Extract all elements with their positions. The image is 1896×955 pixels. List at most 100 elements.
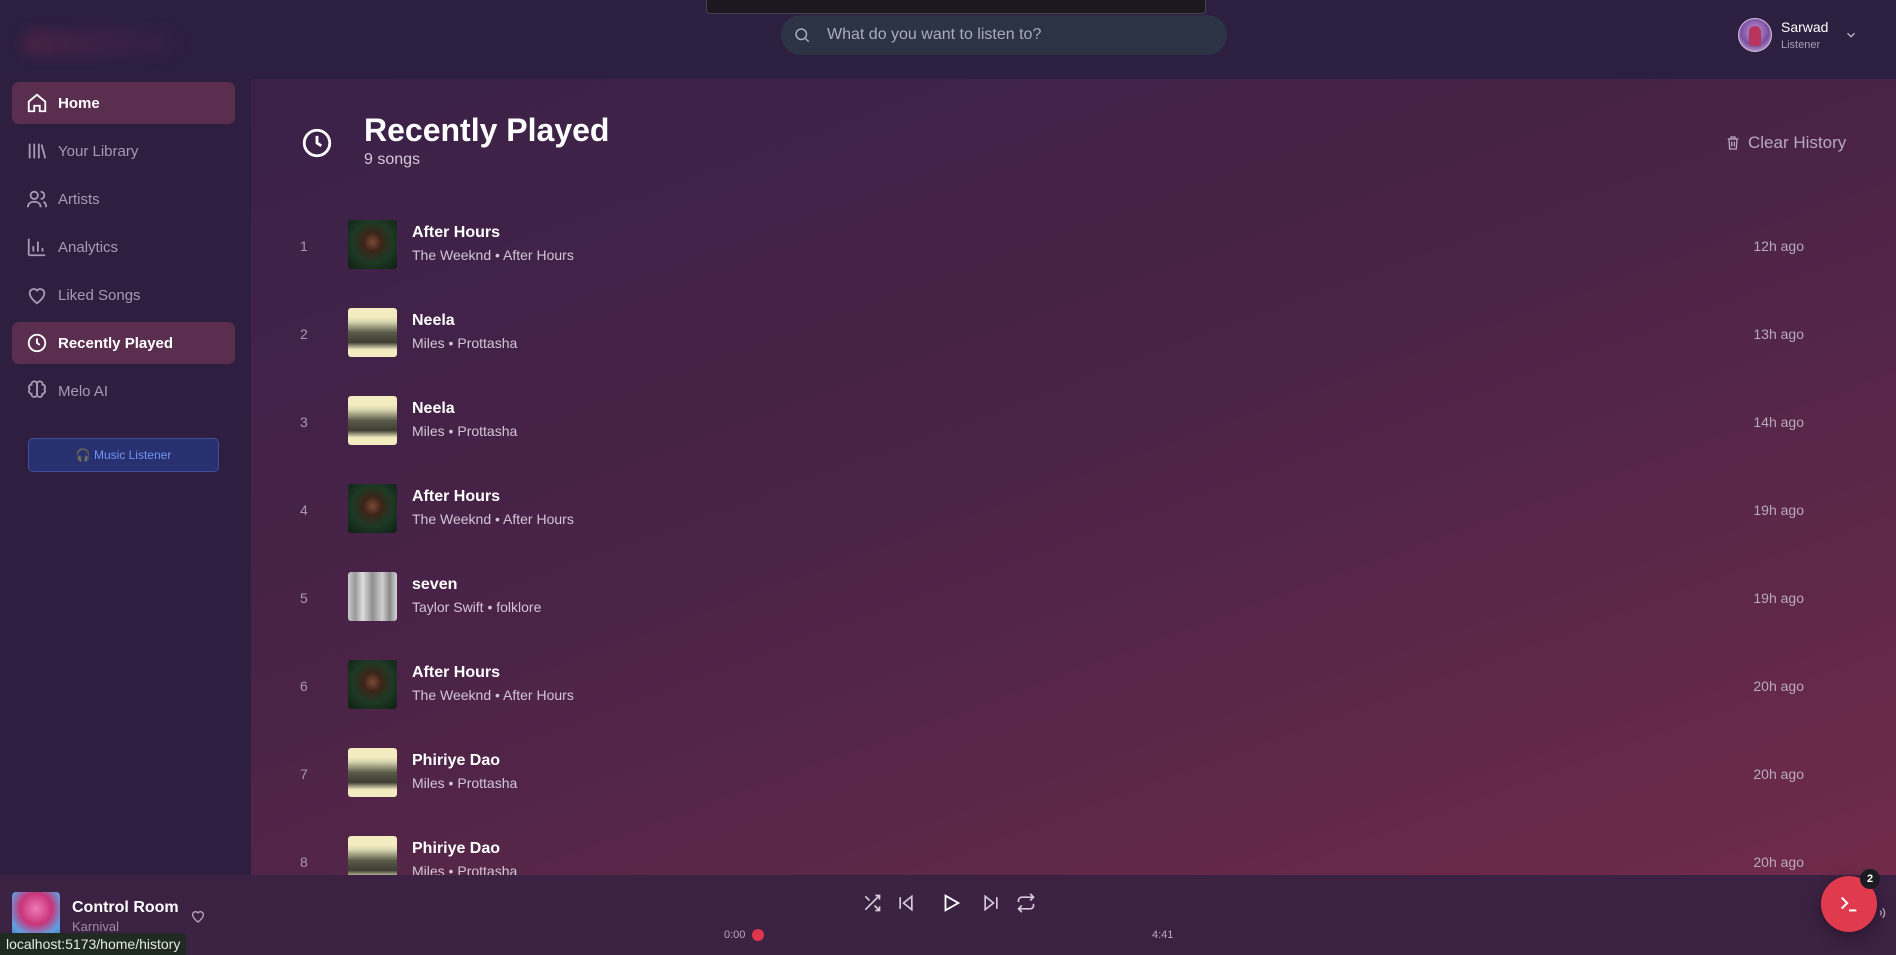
track-title: After Hours xyxy=(412,664,501,681)
track-row[interactable]: 3 Neela Miles • Prottasha 14h ago xyxy=(251,388,1896,458)
play-icon[interactable] xyxy=(940,892,962,914)
played-time: 19h ago xyxy=(1753,502,1804,518)
track-row[interactable]: 2 Neela Miles • Prottasha 13h ago xyxy=(251,300,1896,370)
skip-forward-icon[interactable] xyxy=(981,893,1001,913)
album-art xyxy=(348,660,397,709)
sidebar: Home Your Library Artists Analytics Like… xyxy=(0,79,251,875)
sidebar-item-library[interactable]: Your Library xyxy=(12,130,235,172)
sidebar-item-label: Recently Played xyxy=(58,334,174,352)
track-meta: Taylor Swift • folklore xyxy=(412,599,542,615)
played-time: 14h ago xyxy=(1753,414,1804,430)
track-meta: Miles • Prottasha xyxy=(412,335,518,351)
sidebar-item-liked-songs[interactable]: Liked Songs xyxy=(12,274,235,316)
brain-icon xyxy=(28,380,46,398)
track-meta: The Weeknd • After Hours xyxy=(412,511,574,527)
repeat-icon[interactable] xyxy=(1016,893,1036,913)
sidebar-item-label: Your Library xyxy=(58,142,139,160)
clock-icon xyxy=(27,333,47,353)
heart-icon xyxy=(28,288,46,305)
main-content: Recently Played 9 songs Clear History 1 … xyxy=(251,79,1896,875)
progress-bar[interactable] xyxy=(752,934,1148,938)
now-playing-artist[interactable]: Karnival xyxy=(72,919,119,934)
track-title: Neela xyxy=(412,400,455,417)
sidebar-item-label: Liked Songs xyxy=(58,286,141,304)
page-title: Recently Played xyxy=(364,112,610,148)
progress-thumb[interactable] xyxy=(752,929,764,941)
time-total: 4:41 xyxy=(1152,929,1174,941)
track-number: 7 xyxy=(300,766,308,782)
track-row[interactable]: 8 Phiriye Dao Miles • Prottasha 20h ago xyxy=(251,828,1896,875)
top-overlay-strip xyxy=(706,0,1206,14)
clear-history-button[interactable]: Clear History xyxy=(1725,131,1846,155)
sidebar-item-analytics[interactable]: Analytics xyxy=(12,226,235,268)
album-art xyxy=(348,836,397,875)
user-name: Sarwad xyxy=(1781,19,1829,35)
sidebar-item-artists[interactable]: Artists xyxy=(12,178,235,220)
sidebar-item-label: Analytics xyxy=(58,238,119,256)
played-time: 20h ago xyxy=(1753,678,1804,694)
sidebar-item-melo-ai[interactable]: Melo AI xyxy=(12,370,235,412)
track-number: 5 xyxy=(300,590,308,606)
album-art xyxy=(348,748,397,797)
album-art xyxy=(348,220,397,269)
top-header: Sarwad Listener xyxy=(0,0,1896,79)
heart-icon[interactable] xyxy=(190,908,206,924)
clear-history-label: Clear History xyxy=(1748,133,1847,152)
album-art xyxy=(348,484,397,533)
track-row[interactable]: 4 After Hours The Weeknd • After Hours 1… xyxy=(251,476,1896,546)
track-row[interactable]: 1 After Hours The Weeknd • After Hours 1… xyxy=(251,212,1896,282)
player-bar: Control Room Karnival 0:00 4:41 xyxy=(0,875,1896,955)
user-role: Listener xyxy=(1781,39,1821,51)
track-number: 8 xyxy=(300,854,308,870)
track-title: seven xyxy=(412,576,458,593)
track-meta: Miles • Prottasha xyxy=(412,775,518,791)
played-time: 19h ago xyxy=(1753,590,1804,606)
sidebar-item-recently-played[interactable]: Recently Played xyxy=(12,322,235,364)
track-row[interactable]: 5 seven Taylor Swift • folklore 19h ago xyxy=(251,564,1896,634)
track-meta: The Weeknd • After Hours xyxy=(412,687,574,703)
track-meta: The Weeknd • After Hours xyxy=(412,247,574,263)
trash-icon xyxy=(1727,136,1739,150)
home-icon xyxy=(27,93,47,113)
sidebar-item-label: Home xyxy=(58,94,100,112)
track-title: Neela xyxy=(412,312,455,329)
track-row[interactable]: 6 After Hours The Weeknd • After Hours 2… xyxy=(251,652,1896,722)
track-number: 2 xyxy=(300,326,308,342)
chevron-down-icon[interactable] xyxy=(1844,28,1858,42)
track-title: After Hours xyxy=(412,488,501,505)
shuffle-icon[interactable] xyxy=(862,893,882,913)
track-meta: Miles • Prottasha xyxy=(412,863,518,875)
track-number: 6 xyxy=(300,678,308,694)
track-title: Phiriye Dao xyxy=(412,752,501,769)
search-bar[interactable] xyxy=(781,15,1227,55)
skip-back-icon[interactable] xyxy=(896,893,916,913)
sidebar-item-home[interactable]: Home xyxy=(12,82,235,124)
track-number: 1 xyxy=(300,238,308,254)
played-time: 12h ago xyxy=(1753,238,1804,254)
track-meta: Miles • Prottasha xyxy=(412,423,518,439)
played-time: 20h ago xyxy=(1753,854,1804,870)
track-number: 3 xyxy=(300,414,308,430)
track-row[interactable]: 7 Phiriye Dao Miles • Prottasha 20h ago xyxy=(251,740,1896,810)
role-badge: 🎧 Music Listener xyxy=(28,438,219,472)
track-number: 4 xyxy=(300,502,308,518)
avatar[interactable] xyxy=(1738,18,1772,52)
played-time: 20h ago xyxy=(1753,766,1804,782)
users-icon xyxy=(26,190,48,208)
time-current: 0:00 xyxy=(724,929,746,941)
history-icon xyxy=(302,128,332,158)
album-art xyxy=(348,396,397,445)
app-logo[interactable] xyxy=(22,30,177,56)
track-title: Phiriye Dao xyxy=(412,840,501,857)
user-menu[interactable]: Sarwad Listener xyxy=(1738,18,1868,56)
track-title: After Hours xyxy=(412,224,501,241)
sidebar-item-label: Melo AI xyxy=(58,382,109,400)
bar-chart-icon xyxy=(27,238,46,257)
search-input[interactable] xyxy=(827,15,1217,55)
album-art xyxy=(348,572,397,621)
now-playing-title[interactable]: Control Room xyxy=(72,899,179,917)
search-icon xyxy=(795,28,810,43)
terminal-icon xyxy=(1840,896,1857,912)
sidebar-item-label: Artists xyxy=(58,190,100,208)
played-time: 13h ago xyxy=(1753,326,1804,342)
